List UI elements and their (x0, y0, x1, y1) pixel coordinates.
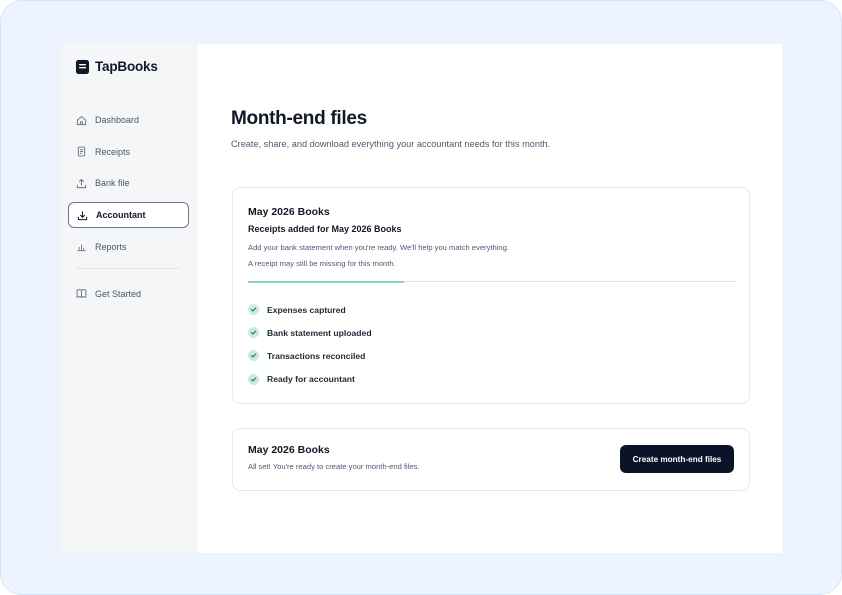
card-heading: Receipts added for May 2026 Books (248, 224, 402, 234)
sidebar-item-accountant[interactable]: Accountant (68, 202, 189, 229)
progress-bar (248, 280, 736, 283)
sidebar-item-get-started[interactable]: Get Started (68, 281, 189, 307)
receipt-icon (77, 146, 86, 157)
sidebar-item-label: Dashboard (95, 115, 140, 125)
check-circle-icon (248, 304, 259, 316)
create-month-end-files-button[interactable]: Create month-end files (620, 445, 734, 473)
app-name: TapBooks (95, 59, 158, 74)
sidebar-item-label: Accountant (96, 210, 146, 221)
app-window: TapBooks Dashboard Receipts Bank file Ac… (61, 44, 782, 553)
sidebar-item-label: Get Started (95, 288, 142, 299)
home-icon (76, 115, 87, 125)
check-circle-icon (248, 373, 259, 385)
page-subtitle: Create, share, and download everything y… (231, 139, 551, 149)
checklist-item-label: Bank statement uploaded (267, 327, 372, 338)
check-circle-icon (248, 350, 259, 362)
download-icon (77, 210, 88, 220)
check-circle-icon (248, 327, 259, 339)
upload-icon (76, 178, 87, 188)
progress-bar-fill (248, 280, 405, 283)
sidebar-item-reports[interactable]: Reports (68, 234, 189, 260)
main-content: Month-end files Create, share, and downl… (198, 44, 782, 553)
checklist-item-label: Ready for accountant (267, 374, 355, 385)
app-frame: TapBooks Dashboard Receipts Bank file Ac… (0, 0, 842, 595)
ready-card: May 2026 Books All set! You're ready to … (232, 428, 750, 491)
checklist: Expenses captured Bank statement uploade… (248, 298, 372, 391)
sidebar-item-label: Receipts (95, 146, 131, 157)
tapbooks-logo-icon (76, 59, 89, 74)
checklist-item: Expenses captured (248, 298, 372, 321)
progress-card: May 2026 Books Receipts added for May 20… (232, 187, 750, 404)
sidebar: TapBooks Dashboard Receipts Bank file Ac… (61, 44, 198, 553)
sidebar-item-label: Reports (95, 241, 127, 252)
page-title: Month-end files (231, 108, 367, 129)
bar-chart-icon (77, 244, 86, 252)
card-note-missing: A receipt may still be missing for this … (248, 259, 396, 268)
sidebar-item-label: Bank file (95, 178, 130, 189)
book-icon (76, 289, 87, 299)
checklist-item-label: Transactions reconciled (267, 350, 366, 361)
sidebar-item-bank-file[interactable]: Bank file (68, 170, 189, 196)
checklist-item: Transactions reconciled (248, 344, 372, 367)
checklist-item: Ready for accountant (248, 368, 372, 391)
sidebar-item-receipts[interactable]: Receipts (68, 139, 189, 165)
checklist-item-label: Expenses captured (267, 304, 346, 315)
sidebar-divider (76, 267, 181, 269)
brand[interactable]: TapBooks (76, 59, 158, 74)
card-title: May 2026 Books (248, 206, 330, 218)
sidebar-nav: Dashboard Receipts Bank file Accountant … (68, 107, 189, 312)
card-note: Add your bank statement when you're read… (248, 243, 509, 252)
ready-message: All set! You're ready to create your mon… (248, 462, 420, 471)
checklist-item: Bank statement uploaded (248, 321, 372, 344)
sidebar-item-dashboard[interactable]: Dashboard (68, 107, 189, 133)
card-title: May 2026 Books (248, 444, 330, 456)
